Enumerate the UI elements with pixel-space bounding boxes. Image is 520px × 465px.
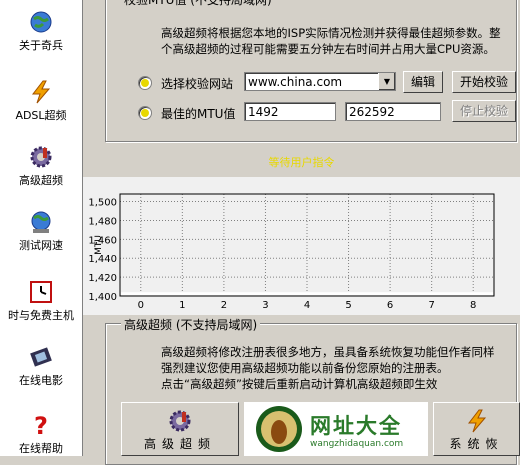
- gear-icon: [169, 410, 191, 432]
- mtu-value-field[interactable]: 1492: [244, 102, 336, 121]
- chart-x-tick-label: 6: [387, 300, 393, 311]
- chart-x-tick-label: 1: [179, 300, 185, 311]
- globe-network-icon: [31, 211, 51, 233]
- sidebar-item-adsl[interactable]: ADSL超频: [0, 80, 82, 123]
- best-mtu-label: 最佳的MTU值: [161, 107, 236, 121]
- sidebar-item-label: 高级超频: [19, 174, 63, 187]
- mtu-chart: 1,4001,4201,4401,4601,4801,500 012345678…: [88, 193, 495, 311]
- site-combobox-value: www.china.com: [248, 75, 343, 89]
- stop-check-button[interactable]: 停止校验: [452, 100, 516, 122]
- chart-x-tick-label: 0: [138, 300, 144, 311]
- chart-baseline-strip: [121, 292, 493, 295]
- advanced-group-legend: 高级超频 (不支持局域网): [121, 316, 261, 333]
- sidebar-item-label: 在线电影: [19, 374, 63, 387]
- svg-text:?: ?: [34, 413, 48, 437]
- mtu-secondary-field[interactable]: 262592: [345, 102, 441, 121]
- mtu-group-legend: 校验MTU值 (不支持局域网): [121, 0, 275, 8]
- sidebar-item-label: 在线帮助: [19, 442, 63, 455]
- chevron-down-icon[interactable]: ▼: [378, 73, 395, 90]
- film-icon: [30, 347, 52, 367]
- chart-grid: [120, 194, 494, 297]
- sidebar-item-about[interactable]: 关于奇兵: [0, 10, 82, 53]
- mtu-description-line2: 个高级超频的过程可能需要五分钟左右时间并占用大量CPU资源。: [161, 42, 495, 56]
- system-restore-label: 系统恢: [449, 437, 504, 451]
- start-check-button[interactable]: 开始校验: [452, 71, 516, 93]
- chart-x-tick-labels: 0 1 2 3 4 5 6 7 8: [138, 300, 477, 311]
- chart-y-tick-label: 1,500: [88, 198, 117, 209]
- ad-logo-icon: [256, 406, 302, 452]
- chart-y-tick-label: 1,420: [88, 273, 117, 284]
- status-text: 等待用户指令: [268, 156, 335, 169]
- ad-url: wangzhidaquan.com: [310, 439, 404, 449]
- sidebar-item-label: 时与免费主机: [8, 309, 74, 322]
- chart-x-tick-label: 2: [221, 300, 227, 311]
- lightning-icon: [467, 409, 486, 433]
- chart-x-tick-label: 8: [470, 300, 476, 311]
- advanced-description-line3: 点击“高级超频”按键后重新启动计算机高级超频即生效: [161, 377, 438, 391]
- ad-title: 网址大全: [310, 414, 402, 438]
- sidebar-item-help[interactable]: ? 在线帮助: [0, 413, 82, 456]
- select-site-label: 选择校验网站: [161, 77, 234, 91]
- chart-y-tick-label: 1,480: [88, 216, 117, 227]
- advanced-overclock-button[interactable]: 高级超频: [121, 402, 239, 456]
- sidebar: 关于奇兵 ADSL超频 高级超频 测试网速 时与免费主机 在线电影 ? 在线帮助: [0, 0, 83, 456]
- advanced-overclock-label: 高级超频: [143, 437, 216, 451]
- chart-y-tick-label: 1,400: [88, 292, 117, 303]
- help-icon: ?: [34, 413, 48, 437]
- edit-button[interactable]: 编辑: [403, 71, 443, 93]
- chart-y-axis-label: MTU: [94, 235, 104, 255]
- chart-x-tick-label: 5: [345, 300, 351, 311]
- sidebar-item-label: 测试网速: [19, 239, 63, 252]
- main-panel: 校验MTU值 (不支持局域网) 高级超频将根据您本地的ISP实际情况检测并获得最…: [83, 0, 520, 465]
- sidebar-item-label: 关于奇兵: [19, 39, 63, 52]
- lightning-icon: [31, 80, 51, 104]
- mtu-chart-panel: 1,400 1,420 1,440 1,460 1,480 1,500 012345678…: [83, 177, 520, 315]
- ad-banner[interactable]: 网址大全 wangzhidaquan.com: [244, 402, 428, 456]
- best-mtu-radio[interactable]: [138, 106, 152, 120]
- site-combobox[interactable]: www.china.com ▼: [244, 72, 396, 91]
- chart-x-tick-label: 4: [304, 300, 310, 311]
- globe-icon: [30, 11, 52, 33]
- system-restore-button[interactable]: 系统恢: [433, 402, 520, 456]
- sidebar-item-speedtest[interactable]: 测试网速: [0, 210, 82, 253]
- sidebar-item-host[interactable]: 时与免费主机: [0, 280, 82, 323]
- sidebar-item-advanced[interactable]: 高级超频: [0, 145, 82, 188]
- select-site-radio[interactable]: [138, 76, 152, 90]
- gear-icon: [30, 146, 52, 168]
- sidebar-item-label: ADSL超频: [15, 109, 67, 122]
- chart-x-tick-label: 3: [262, 300, 268, 311]
- chart-x-tick-label: 7: [428, 300, 434, 311]
- sidebar-item-movies[interactable]: 在线电影: [0, 345, 82, 388]
- clock-icon: [30, 281, 52, 303]
